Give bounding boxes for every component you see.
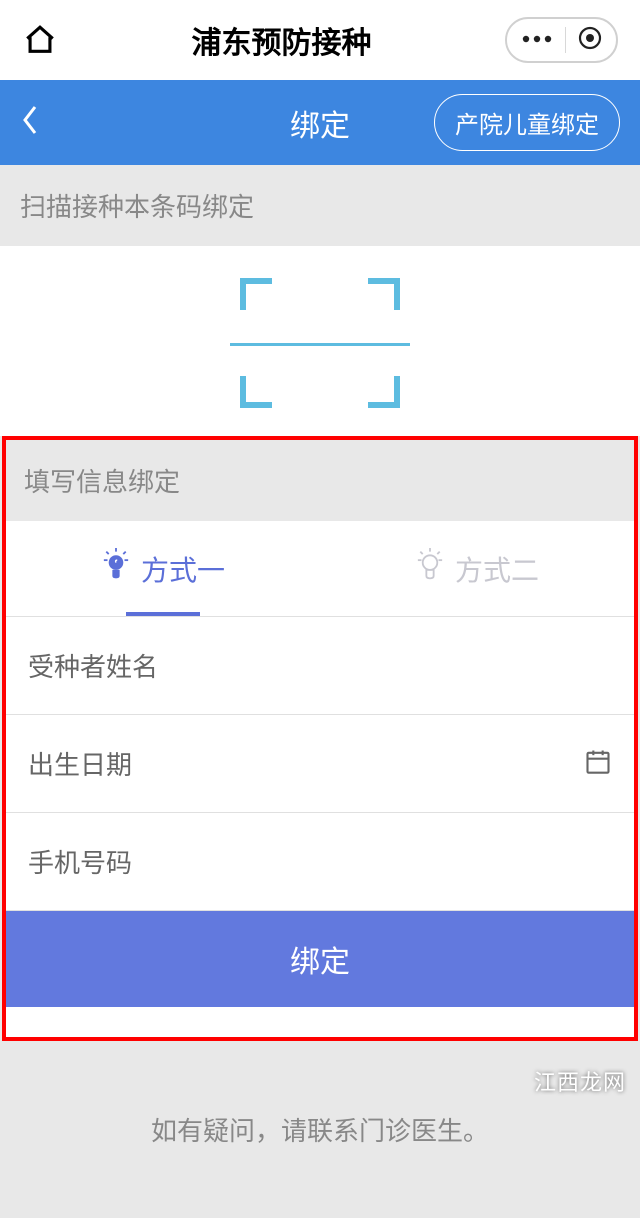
- field-label: 出生日期: [28, 745, 132, 782]
- bulb-icon: [101, 548, 131, 589]
- capsule-menu: [505, 17, 618, 63]
- field-label: 受种者姓名: [28, 647, 158, 684]
- tab-label: 方式一: [141, 549, 225, 589]
- submit-button[interactable]: 绑定: [6, 911, 634, 1007]
- nav-bar: 绑定 产院儿童绑定: [0, 80, 640, 165]
- scan-frame-icon: [240, 278, 400, 408]
- watermark: 江西龙网: [534, 1065, 626, 1097]
- hospital-child-bind-button[interactable]: 产院儿童绑定: [434, 94, 620, 151]
- capsule-divider: [565, 27, 566, 53]
- method-tabs: 方式一 方式二: [6, 521, 634, 617]
- calendar-icon: [584, 747, 612, 780]
- tab-label: 方式二: [455, 549, 539, 589]
- scan-section-header: 扫描接种本条码绑定: [0, 165, 640, 246]
- phone-field[interactable]: 手机号码: [6, 813, 634, 911]
- home-icon[interactable]: [22, 22, 58, 58]
- spacer: [6, 1007, 634, 1037]
- tab-method-1[interactable]: 方式一: [6, 521, 320, 616]
- target-icon[interactable]: [578, 26, 602, 55]
- scan-area[interactable]: [0, 246, 640, 436]
- back-icon[interactable]: [20, 103, 40, 142]
- system-bar: 浦东预防接种: [0, 0, 640, 80]
- fill-section-header: 填写信息绑定: [6, 440, 634, 521]
- fill-info-section: 填写信息绑定 方式一: [2, 436, 638, 1041]
- name-field[interactable]: 受种者姓名: [6, 617, 634, 715]
- system-title: 浦东预防接种: [58, 18, 505, 62]
- more-icon[interactable]: [521, 31, 553, 49]
- birth-date-field[interactable]: 出生日期: [6, 715, 634, 813]
- nav-title: 绑定: [290, 101, 350, 145]
- field-label: 手机号码: [28, 843, 132, 880]
- bulb-icon: [415, 548, 445, 589]
- tab-method-2[interactable]: 方式二: [320, 521, 634, 616]
